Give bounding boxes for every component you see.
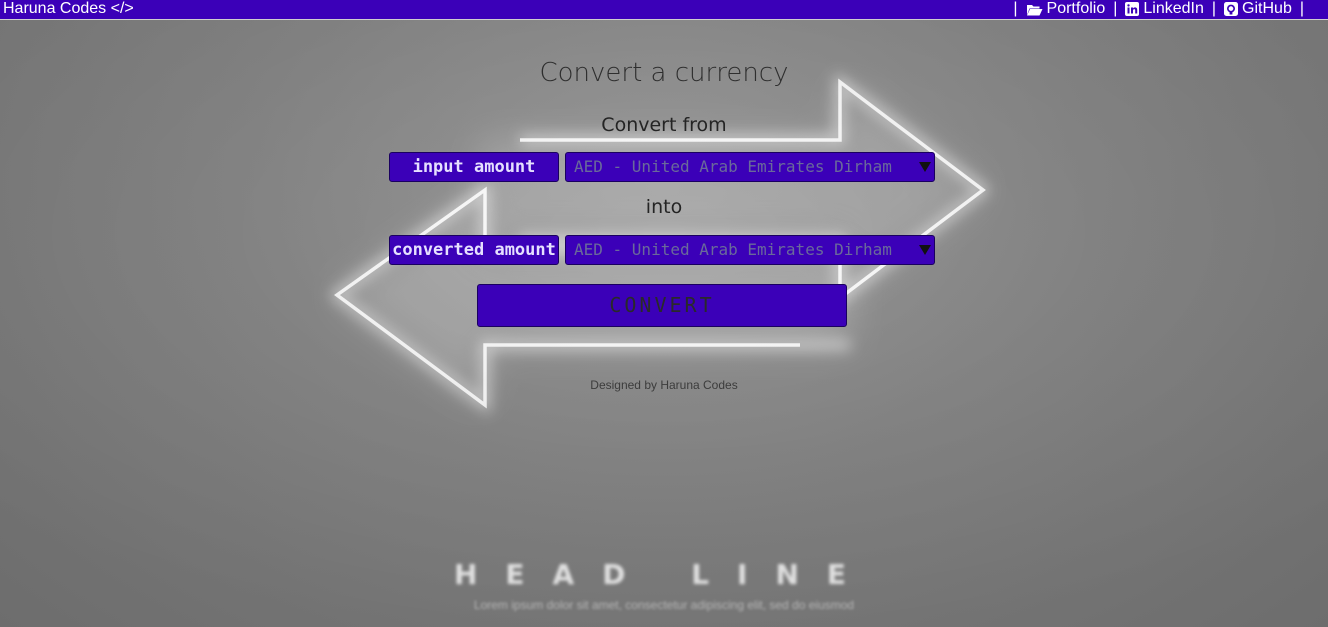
nav-link-label: GitHub: [1242, 0, 1292, 17]
nav-link-linkedin[interactable]: LinkedIn: [1125, 0, 1204, 18]
converted-amount-field[interactable]: [389, 235, 559, 265]
page-title: Convert a currency: [539, 58, 789, 88]
convert-button[interactable]: CONVERT: [477, 284, 847, 327]
to-currency-value: AED - United Arab Emirates Dirham: [574, 240, 892, 259]
to-currency-select[interactable]: AED - United Arab Emirates Dirham: [565, 235, 935, 265]
folder-open-icon: [1026, 4, 1043, 15]
designer-credit: Designed by Haruna Codes: [590, 378, 738, 392]
linkedin-icon: [1125, 2, 1140, 16]
into-label: into: [645, 196, 683, 218]
nav-separator: |: [1013, 0, 1018, 17]
nav-links: | Portfolio | LinkedIn | GitHub |: [1005, 0, 1312, 18]
dropdown-caret-icon: [919, 162, 931, 172]
dropdown-caret-icon: [919, 245, 931, 255]
nav-link-github[interactable]: GitHub: [1224, 0, 1292, 18]
from-currency-value: AED - United Arab Emirates Dirham: [574, 157, 892, 176]
nav-link-label: LinkedIn: [1143, 0, 1204, 17]
nav-link-portfolio[interactable]: Portfolio: [1026, 0, 1106, 18]
nav-separator: |: [1299, 0, 1304, 17]
from-currency-select[interactable]: AED - United Arab Emirates Dirham: [565, 152, 935, 182]
background-headline-subtext: Lorem ipsum dolor sit amet, consectetur …: [473, 598, 855, 612]
top-navbar: Haruna Codes </> | Portfolio | LinkedIn …: [0, 0, 1328, 20]
brand-logo-text[interactable]: Haruna Codes </>: [3, 0, 134, 18]
nav-separator: |: [1211, 0, 1217, 17]
input-amount-field[interactable]: [389, 152, 559, 182]
nav-link-label: Portfolio: [1046, 0, 1106, 17]
github-icon: [1224, 2, 1239, 16]
nav-separator: |: [1113, 0, 1118, 17]
convert-from-label: Convert from: [601, 114, 727, 136]
background-headline: HEAD LINE: [453, 558, 875, 591]
